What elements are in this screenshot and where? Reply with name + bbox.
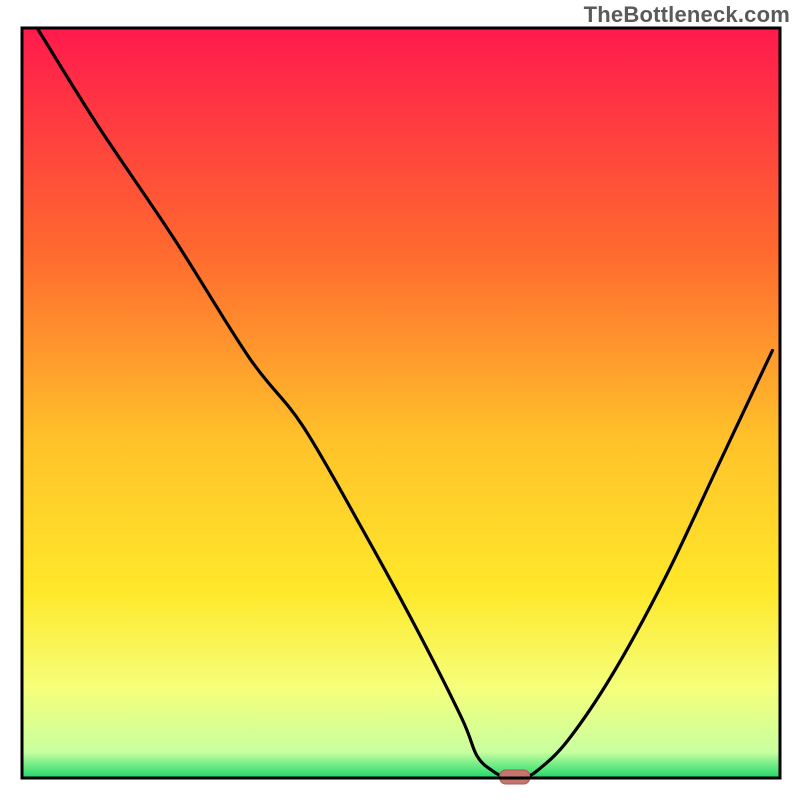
bottleneck-chart: [0, 0, 800, 800]
plot-background: [22, 28, 780, 778]
